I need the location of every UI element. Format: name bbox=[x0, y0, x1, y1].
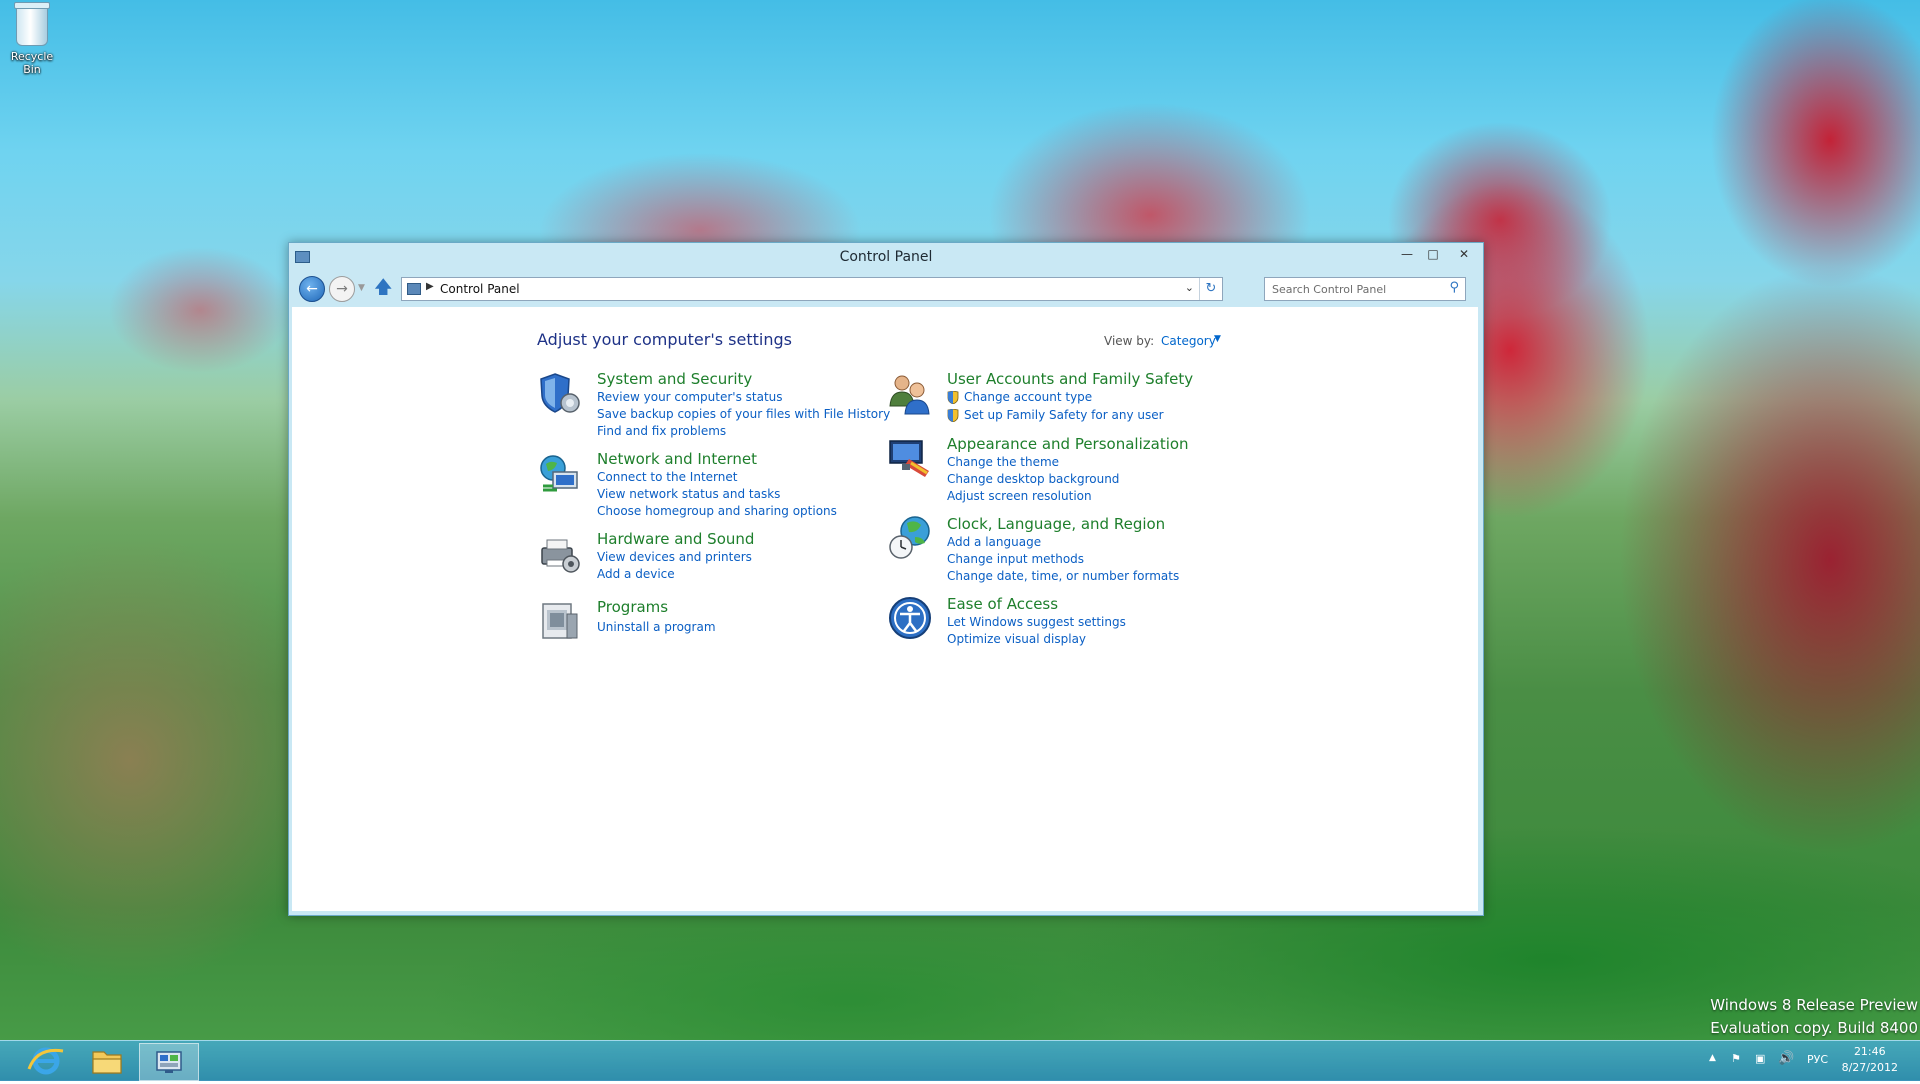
link-change-theme[interactable]: Change the theme bbox=[947, 455, 1059, 469]
control-panel-content: Adjust your computer's settings View by:… bbox=[292, 307, 1478, 911]
link-connect-internet[interactable]: Connect to the Internet bbox=[597, 470, 737, 484]
view-by-dropdown[interactable]: Category bbox=[1161, 334, 1216, 348]
category-title[interactable]: Programs bbox=[597, 598, 668, 616]
programs-box-icon bbox=[542, 603, 578, 639]
link-find-fix-problems[interactable]: Find and fix problems bbox=[597, 424, 726, 438]
link-review-status[interactable]: Review your computer's status bbox=[597, 390, 783, 404]
address-bar[interactable]: ▶ Control Panel ⌄ ↻ bbox=[401, 277, 1223, 301]
action-center-flag-icon[interactable]: ⚑ bbox=[1731, 1052, 1741, 1065]
recycle-bin-icon bbox=[14, 2, 50, 46]
printer-speaker-icon bbox=[541, 539, 580, 573]
control-panel-small-icon bbox=[407, 283, 421, 295]
refresh-button[interactable]: ↻ bbox=[1199, 278, 1222, 300]
network-icon[interactable]: ▣ bbox=[1755, 1052, 1765, 1065]
link-optimize-visual-display[interactable]: Optimize visual display bbox=[947, 632, 1086, 646]
uac-shield-icon bbox=[947, 409, 959, 422]
minimize-button[interactable]: — bbox=[1394, 245, 1420, 263]
category-title[interactable]: Clock, Language, and Region bbox=[947, 515, 1165, 533]
link-desktop-background[interactable]: Change desktop background bbox=[947, 472, 1119, 486]
clock-globe-icon bbox=[889, 516, 930, 559]
ease-of-access-icon bbox=[889, 597, 931, 639]
language-indicator[interactable]: РУС bbox=[1807, 1053, 1828, 1066]
refresh-icon: ↻ bbox=[1205, 281, 1217, 296]
page-heading: Adjust your computer's settings bbox=[537, 330, 792, 349]
recycle-bin-shortcut[interactable]: Recycle Bin bbox=[4, 2, 60, 76]
breadcrumb-chevron-icon[interactable]: ▶ bbox=[426, 281, 434, 292]
maximize-icon: □ bbox=[1427, 247, 1439, 261]
link-change-account-type[interactable]: Change account type bbox=[964, 390, 1092, 404]
network-globe-icon bbox=[540, 455, 578, 492]
link-homegroup-sharing[interactable]: Choose homegroup and sharing options bbox=[597, 504, 837, 518]
show-hidden-icons-button[interactable]: ▲ bbox=[1709, 1053, 1716, 1063]
up-button[interactable]: 🡅 bbox=[374, 278, 393, 298]
link-uninstall-program[interactable]: Uninstall a program bbox=[597, 620, 716, 634]
control-panel-window: Control Panel — □ ✕ ← → ▼ 🡅 ▶ Control Pa… bbox=[288, 242, 1484, 916]
link-screen-resolution[interactable]: Adjust screen resolution bbox=[947, 489, 1092, 503]
taskbar: ▲ ⚑ ▣ 🔊 РУС 21:46 8/27/2012 bbox=[0, 1040, 1920, 1081]
close-icon: ✕ bbox=[1458, 247, 1470, 261]
category-title[interactable]: Network and Internet bbox=[597, 450, 757, 468]
category-title[interactable]: Ease of Access bbox=[947, 595, 1058, 613]
recent-locations-dropdown[interactable]: ▼ bbox=[358, 283, 365, 293]
forward-button[interactable]: → bbox=[329, 276, 355, 302]
link-windows-suggest-settings[interactable]: Let Windows suggest settings bbox=[947, 615, 1126, 629]
category-title[interactable]: Hardware and Sound bbox=[597, 530, 754, 548]
view-by-label: View by: bbox=[1104, 334, 1155, 348]
link-network-status[interactable]: View network status and tasks bbox=[597, 487, 780, 501]
forward-arrow-icon: → bbox=[336, 281, 348, 297]
link-input-methods[interactable]: Change input methods bbox=[947, 552, 1084, 566]
window-title: Control Panel bbox=[839, 249, 933, 265]
volume-icon[interactable]: 🔊 bbox=[1778, 1051, 1794, 1066]
title-bar[interactable]: Control Panel — □ ✕ bbox=[289, 243, 1483, 271]
minimize-icon: — bbox=[1401, 247, 1413, 261]
clock-time: 21:46 bbox=[1853, 1045, 1886, 1058]
taskbar-control-panel[interactable] bbox=[139, 1043, 199, 1081]
category-title[interactable]: System and Security bbox=[597, 370, 752, 388]
link-file-history[interactable]: Save backup copies of your files with Fi… bbox=[597, 407, 890, 421]
monitor-palette-icon bbox=[889, 440, 929, 477]
clock-date: 8/27/2012 bbox=[1841, 1061, 1898, 1074]
address-dropdown-icon[interactable]: ⌄ bbox=[1185, 281, 1194, 294]
link-family-safety[interactable]: Set up Family Safety for any user bbox=[964, 408, 1164, 422]
watermark-line-1: Windows 8 Release Preview bbox=[1710, 996, 1918, 1014]
category-title[interactable]: User Accounts and Family Safety bbox=[947, 370, 1193, 388]
taskbar-internet-explorer[interactable] bbox=[17, 1043, 75, 1079]
link-add-device[interactable]: Add a device bbox=[597, 567, 675, 581]
back-button[interactable]: ← bbox=[299, 276, 325, 302]
system-clock[interactable]: 21:46 8/27/2012 bbox=[1842, 1044, 1898, 1076]
link-devices-printers[interactable]: View devices and printers bbox=[597, 550, 752, 564]
recycle-bin-label: Recycle Bin bbox=[10, 50, 54, 76]
evaluation-watermark: Windows 8 Release Preview Evaluation cop… bbox=[1710, 994, 1918, 1040]
category-title[interactable]: Appearance and Personalization bbox=[947, 435, 1189, 453]
watermark-line-2: Evaluation copy. Build 8400 bbox=[1710, 1019, 1918, 1037]
view-by-chevron-icon[interactable]: ▼ bbox=[1214, 334, 1221, 344]
breadcrumb-control-panel[interactable]: Control Panel bbox=[440, 282, 520, 296]
close-button[interactable]: ✕ bbox=[1448, 245, 1480, 263]
uac-shield-icon bbox=[947, 391, 959, 404]
internet-explorer-icon bbox=[27, 1047, 64, 1075]
navigation-bar: ← → ▼ 🡅 ▶ Control Panel ⌄ ↻ Search Contr… bbox=[289, 271, 1483, 307]
control-panel-icon bbox=[156, 1051, 182, 1073]
users-icon bbox=[889, 375, 930, 415]
taskbar-file-explorer[interactable] bbox=[78, 1043, 136, 1079]
back-arrow-icon: ← bbox=[306, 281, 318, 297]
link-date-time-formats[interactable]: Change date, time, or number formats bbox=[947, 569, 1179, 583]
link-add-language[interactable]: Add a language bbox=[947, 535, 1041, 549]
search-placeholder: Search Control Panel bbox=[1272, 283, 1387, 296]
search-icon[interactable]: ⚲ bbox=[1449, 280, 1459, 295]
system-security-shield-icon bbox=[540, 373, 580, 413]
maximize-button[interactable]: □ bbox=[1420, 245, 1446, 263]
file-explorer-icon bbox=[92, 1051, 122, 1074]
search-box[interactable]: Search Control Panel ⚲ bbox=[1264, 277, 1466, 301]
up-arrow-icon: 🡅 bbox=[374, 277, 393, 298]
